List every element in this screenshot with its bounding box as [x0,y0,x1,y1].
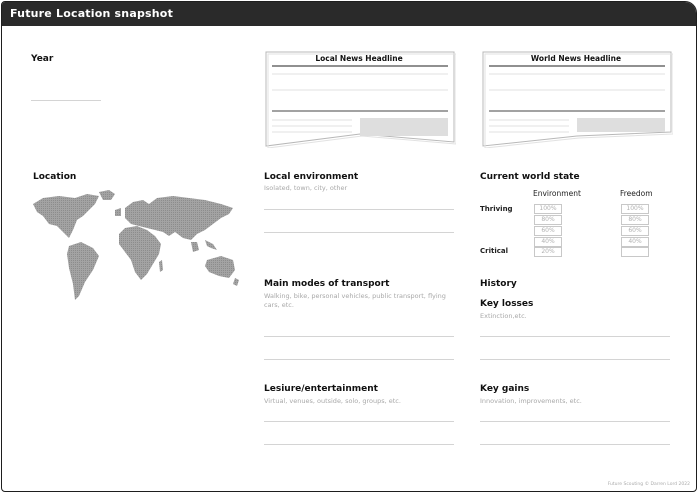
world-state-label: Current world state [480,172,580,182]
freedom-column-header: Freedom [620,189,653,198]
transport-hint: Walking, bike, personal vehicles, public… [264,292,446,309]
page-title: Future Location snapshot [10,7,174,20]
key-losses-line-2[interactable] [480,359,670,360]
location-label: Location [33,172,77,182]
local-news-headline[interactable]: Local News Headline [264,54,454,63]
key-losses-label: Key losses [480,299,534,309]
transport-line-1[interactable] [264,336,454,337]
world-map-icon [33,190,239,300]
environment-level-80[interactable]: 80% [534,215,562,225]
local-environment-line-2[interactable] [264,232,454,233]
leisure-hint: Virtual, venues, outside, solo, groups, … [264,397,401,405]
thriving-label: Thriving [480,205,513,213]
freedom-level-20[interactable] [621,247,649,257]
environment-column-header: Environment [533,189,581,198]
environment-level-40[interactable]: 40% [534,237,562,247]
history-label: History [480,279,517,289]
key-gains-hint: Innovation, improvements, etc. [480,397,582,405]
freedom-level-40[interactable]: 40% [621,237,649,247]
transport-label: Main modes of transport [264,279,390,289]
environment-level-100[interactable]: 100% [534,204,562,214]
key-gains-line-2[interactable] [480,444,670,445]
transport-line-2[interactable] [264,359,454,360]
local-environment-hint: Isolated, town, city, other [264,184,348,192]
freedom-level-100[interactable]: 100% [621,204,649,214]
key-gains-line-1[interactable] [480,421,670,422]
world-news-paper: World News Headline [481,50,673,148]
year-label: Year [31,54,54,64]
world-news-headline[interactable]: World News Headline [481,54,671,63]
environment-level-60[interactable]: 60% [534,226,562,236]
year-input-line[interactable] [31,100,101,101]
key-losses-line-1[interactable] [480,336,670,337]
leisure-label: Lesiure/entertainment [264,384,378,394]
environment-level-20[interactable]: 20% [534,247,562,257]
copyright-credit: Future Scouting © Darren Lord 2022 [607,482,690,487]
key-gains-label: Key gains [480,384,530,394]
local-environment-label: Local environment [264,172,359,182]
title-bar: Future Location snapshot [2,2,696,26]
snapshot-sheet: Future Location snapshot Year Location L… [1,1,697,492]
freedom-level-60[interactable]: 60% [621,226,649,236]
local-news-paper: Local News Headline [264,50,456,148]
key-losses-hint: Extinction,etc. [480,312,527,320]
local-environment-line-1[interactable] [264,209,454,210]
leisure-line-1[interactable] [264,421,454,422]
critical-label: Critical [480,247,509,255]
freedom-level-80[interactable]: 80% [621,215,649,225]
leisure-line-2[interactable] [264,444,454,445]
